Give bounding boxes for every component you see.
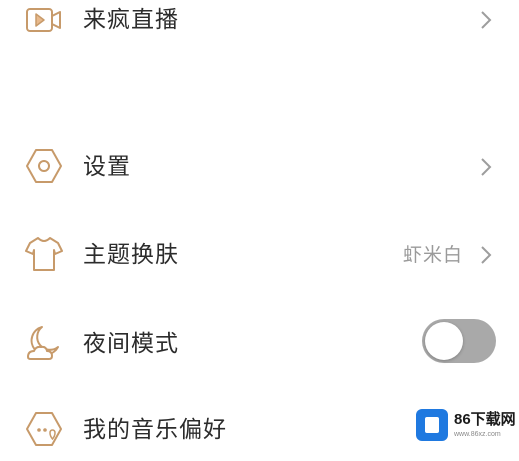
menu-item-label: 我的音乐偏好	[83, 417, 227, 443]
menu-item-night-mode: 夜间模式	[0, 313, 519, 369]
menu-item-label: 来疯直播	[83, 7, 179, 33]
menu-item-label: 设置	[83, 154, 131, 180]
night-mode-toggle[interactable]	[422, 319, 496, 363]
toggle-knob	[425, 322, 463, 360]
settings-hexagon-icon	[24, 146, 64, 186]
site-watermark: 86下载网 www.86xz.com	[416, 409, 516, 443]
chevron-right-icon	[479, 156, 493, 178]
menu-item-label: 夜间模式	[83, 331, 179, 357]
video-play-icon	[24, 0, 64, 40]
theme-value: 虾米白	[402, 244, 463, 266]
tshirt-icon	[24, 234, 64, 274]
menu-item-label: 主题换肤	[83, 242, 179, 268]
chevron-right-icon	[479, 9, 493, 31]
menu-item-settings[interactable]: 设置	[0, 138, 519, 194]
watermark-logo-icon	[416, 409, 448, 441]
watermark-title: 86下载网	[454, 411, 516, 428]
chevron-right-icon	[479, 244, 493, 266]
music-preference-icon	[24, 409, 64, 449]
moon-cloud-icon	[24, 323, 64, 363]
watermark-subtitle: www.86xz.com	[454, 431, 501, 438]
menu-item-live[interactable]: 来疯直播	[0, 0, 519, 50]
menu-item-theme[interactable]: 主题换肤 虾米白	[0, 226, 519, 282]
